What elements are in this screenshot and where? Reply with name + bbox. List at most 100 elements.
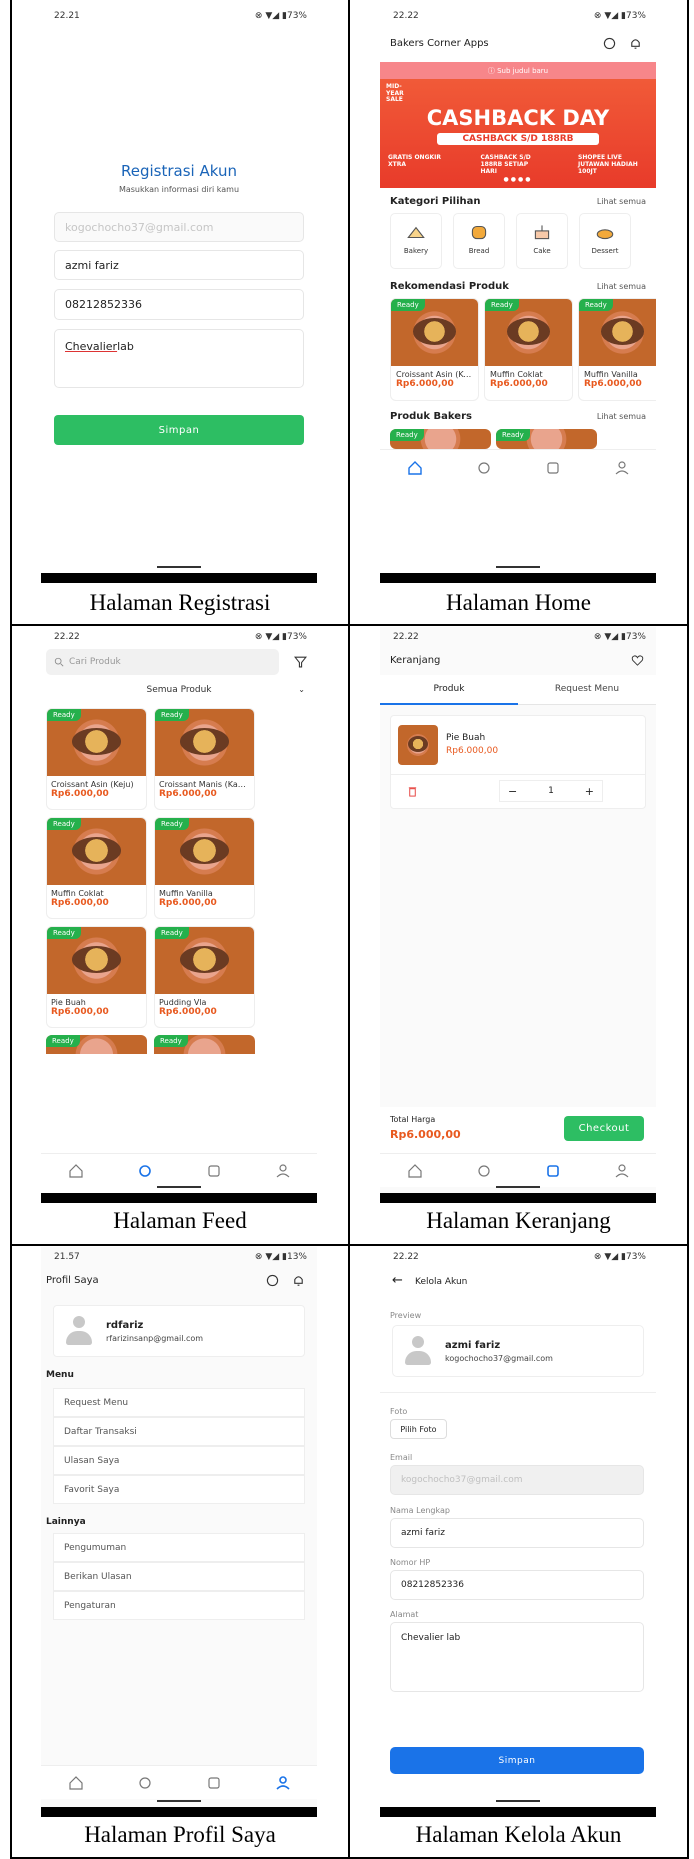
checkout-button[interactable]: Checkout bbox=[564, 1116, 644, 1141]
home-icon[interactable] bbox=[68, 1163, 84, 1179]
product-card[interactable]: Ready Pudding Vla Rp6.000,00 bbox=[154, 926, 255, 1028]
address-field[interactable]: Chevalier lab bbox=[54, 329, 304, 388]
quantity-stepper[interactable]: − 1 + bbox=[499, 780, 603, 802]
profile-icon[interactable] bbox=[614, 1163, 630, 1179]
figure: Halaman Registrasi Halaman Home Halaman … bbox=[0, 0, 694, 1859]
product-photo: Ready bbox=[579, 299, 656, 366]
name-value: azmi fariz bbox=[401, 1528, 445, 1538]
promo-1: GRATIS ONGKIR XTRA bbox=[388, 154, 442, 168]
caption-registrasi: Halaman Registrasi bbox=[89, 590, 271, 615]
bell-icon[interactable] bbox=[629, 37, 642, 50]
phone-field[interactable]: 08212852336 bbox=[54, 289, 304, 320]
search-input[interactable]: Cari Produk bbox=[46, 649, 279, 675]
save-button[interactable]: Simpan bbox=[54, 415, 304, 445]
product-card[interactable]: Ready Croissant Asin (Keju) Rp6.000,00 bbox=[390, 298, 479, 401]
chat-icon[interactable] bbox=[603, 37, 616, 50]
category-list: Bakery Bread Cake Dessert bbox=[390, 213, 656, 269]
divider bbox=[380, 1392, 656, 1393]
system-nav-bar bbox=[41, 1186, 317, 1203]
product-card[interactable]: Ready Muffin Vanilla Rp6.000,00 bbox=[154, 817, 255, 919]
product-card[interactable]: Ready Muffin Coklat Rp6.000,00 bbox=[46, 817, 147, 919]
app-title: Bakers Corner Apps bbox=[390, 38, 489, 49]
feed-icon[interactable] bbox=[476, 460, 492, 476]
profile-icon[interactable] bbox=[275, 1775, 291, 1791]
product-card[interactable]: Ready Muffin Vanilla Rp6.000,00 bbox=[578, 298, 656, 401]
save-button[interactable]: Simpan bbox=[390, 1747, 644, 1774]
tab-request-menu[interactable]: Request Menu bbox=[518, 675, 656, 705]
home-icon[interactable] bbox=[68, 1775, 84, 1791]
minus-icon[interactable]: − bbox=[508, 785, 517, 798]
address-field[interactable]: Chevalier lab bbox=[390, 1622, 644, 1692]
product-card[interactable]: Ready Pie Buah Rp6.000,00 bbox=[46, 926, 147, 1028]
ready-badge: Ready bbox=[485, 299, 519, 311]
promo-banner[interactable]: ⓘ Sub judul baru MID-YEAR SALE CASHBACK … bbox=[380, 62, 656, 188]
phone-field[interactable]: 08212852336 bbox=[390, 1570, 644, 1600]
product-card[interactable]: Ready bbox=[154, 1035, 255, 1054]
chat-icon[interactable] bbox=[266, 1274, 279, 1287]
ready-badge: Ready bbox=[579, 299, 613, 311]
cake-slice-icon bbox=[407, 226, 425, 239]
feed-icon[interactable] bbox=[476, 1163, 492, 1179]
name-field[interactable]: azmi fariz bbox=[54, 250, 304, 280]
avatar bbox=[66, 1316, 92, 1346]
feed-icon[interactable] bbox=[137, 1775, 153, 1791]
product-card[interactable]: Ready bbox=[390, 429, 491, 449]
email-field[interactable]: kogochocho37@gmail.com bbox=[54, 212, 304, 242]
menu-pengaturan[interactable]: Pengaturan bbox=[53, 1591, 305, 1620]
choose-photo-button[interactable]: Pilih Foto bbox=[390, 1419, 447, 1439]
trash-icon[interactable] bbox=[407, 786, 418, 797]
home-icon[interactable] bbox=[407, 1163, 423, 1179]
product-name: Pudding Vla bbox=[159, 998, 207, 1007]
see-all-kategori[interactable]: Lihat semua bbox=[597, 197, 646, 206]
bell-icon[interactable] bbox=[292, 1274, 305, 1287]
heart-icon[interactable] bbox=[631, 654, 644, 667]
product-price: Rp6.000,00 bbox=[51, 1007, 109, 1017]
category-dessert[interactable]: Dessert bbox=[579, 213, 631, 269]
product-card[interactable]: Ready Croissant Asin (Keju) Rp6.000,00 bbox=[46, 708, 147, 810]
feed-icon[interactable] bbox=[137, 1163, 153, 1179]
preview-name: azmi fariz bbox=[445, 1340, 501, 1351]
home-icon[interactable] bbox=[407, 460, 423, 476]
category-filter[interactable]: Semua Produk ⌄ bbox=[41, 685, 317, 701]
back-arrow-icon[interactable]: ← bbox=[392, 1273, 403, 1288]
product-card[interactable]: Ready bbox=[46, 1035, 147, 1054]
profile-icon[interactable] bbox=[275, 1163, 291, 1179]
profile-card[interactable]: rdfariz rfarizinsanp@gmail.com bbox=[53, 1305, 305, 1357]
category-cake[interactable]: Cake bbox=[516, 213, 568, 269]
profile-icon[interactable] bbox=[614, 460, 630, 476]
product-photo: Ready bbox=[391, 299, 478, 366]
menu-pengumuman[interactable]: Pengumuman bbox=[53, 1533, 305, 1562]
profile-email: rfarizinsanp@gmail.com bbox=[106, 1334, 204, 1343]
category-bread[interactable]: Bread bbox=[453, 213, 505, 269]
cart-icon[interactable] bbox=[545, 1163, 561, 1179]
section-rekomendasi: Rekomendasi Produk bbox=[390, 281, 509, 292]
plus-icon[interactable]: + bbox=[585, 785, 594, 798]
cart-icon[interactable] bbox=[206, 1775, 222, 1791]
category-label: Bakery bbox=[403, 247, 429, 255]
menu-daftar-transaksi[interactable]: Daftar Transaksi bbox=[53, 1417, 305, 1446]
cart-icon[interactable] bbox=[206, 1163, 222, 1179]
product-card[interactable]: Ready Muffin Coklat Rp6.000,00 bbox=[484, 298, 573, 401]
product-price: Rp6.000,00 bbox=[51, 898, 109, 908]
menu-request-menu[interactable]: Request Menu bbox=[53, 1388, 305, 1417]
category-bakery[interactable]: Bakery bbox=[390, 213, 442, 269]
menu-favorit-saya[interactable]: Favorit Saya bbox=[53, 1475, 305, 1504]
phone-value: 08212852336 bbox=[65, 298, 142, 311]
ready-badge: Ready bbox=[390, 429, 424, 441]
product-card[interactable]: Ready bbox=[496, 429, 597, 449]
see-all-rekomendasi[interactable]: Lihat semua bbox=[597, 282, 646, 291]
email-label: Email bbox=[390, 1453, 413, 1462]
cart-icon[interactable] bbox=[545, 460, 561, 476]
banner-notice: ⓘ Sub judul baru bbox=[380, 62, 656, 79]
bottom-nav bbox=[380, 449, 656, 485]
see-all-produk[interactable]: Lihat semua bbox=[597, 412, 646, 421]
status-bar: 22.22 ⊗ ▼◢ ▮73% bbox=[393, 632, 646, 642]
menu-berikan-ulasan[interactable]: Berikan Ulasan bbox=[53, 1562, 305, 1591]
ready-badge: Ready bbox=[47, 709, 81, 721]
filter-icon[interactable] bbox=[294, 655, 307, 668]
tab-produk[interactable]: Produk bbox=[380, 675, 518, 705]
menu-ulasan-saya[interactable]: Ulasan Saya bbox=[53, 1446, 305, 1475]
product-card[interactable]: Ready Croissant Manis (Kacang) Rp6.000,00 bbox=[154, 708, 255, 810]
phone-label: Nomor HP bbox=[390, 1558, 431, 1567]
name-field[interactable]: azmi fariz bbox=[390, 1518, 644, 1548]
